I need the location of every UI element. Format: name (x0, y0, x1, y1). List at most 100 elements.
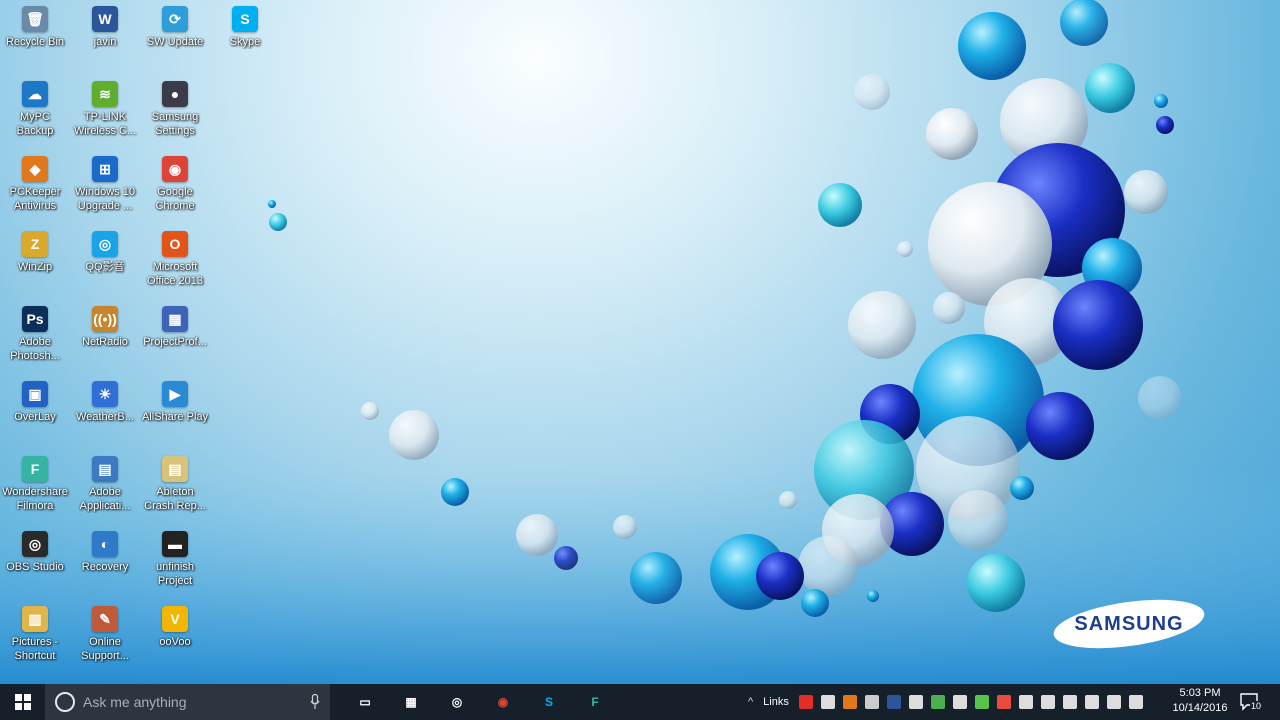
wifi-icon[interactable] (1084, 695, 1099, 709)
battery-icon[interactable] (1062, 695, 1077, 709)
desktop-icon[interactable]: O Microsoft Office 2013 (140, 225, 210, 288)
taskbar-skype-button[interactable]: S (526, 684, 572, 720)
desktop-icon[interactable]: ≋ TP-LINK Wireless C... (70, 75, 140, 138)
desktop-icon-label: Online Support... (81, 636, 129, 662)
app-icon: V (162, 606, 188, 632)
app-icon: W (92, 6, 118, 32)
cortana-search-box[interactable]: Ask me anything (45, 684, 330, 720)
volume-icon[interactable] (1106, 695, 1121, 709)
app-icon: ◆ (22, 156, 48, 182)
clock-time: 5:03 PM (1179, 687, 1221, 699)
desktop-icon[interactable]: ◐ Recovery (70, 525, 140, 574)
app-icon: ☀ (92, 381, 118, 407)
action-center-button[interactable]: 10 (1238, 690, 1263, 714)
window-icon[interactable] (820, 695, 835, 709)
desktop-icon[interactable]: ▥ Pictures - Shortcut (0, 600, 70, 663)
desktop-icon[interactable]: ✎ Online Support... (70, 600, 140, 663)
app-icon: ▤ (162, 456, 188, 482)
obs-studio-icon: ◎ (451, 695, 463, 709)
desktop-icon[interactable]: ▣ OverLay (0, 375, 70, 424)
app-icon: ◉ (162, 156, 188, 182)
desktop-icon[interactable]: Ps Adobe Photosh... (0, 300, 70, 363)
desktop-icon[interactable]: ⊞ Windows 10 Upgrade ... (70, 150, 140, 213)
desktop-icon[interactable]: 🗑 Recycle Bin (0, 0, 70, 49)
app-icon: ● (162, 81, 188, 107)
recorder-icon[interactable] (864, 695, 879, 709)
app-icon: ⟳ (162, 6, 188, 32)
tray-icons (795, 695, 1147, 709)
desktop-icon-label: Google Chrome (155, 186, 195, 212)
desktop-icon[interactable]: VooVoo (140, 600, 210, 649)
links-toolbar[interactable]: Links (763, 696, 789, 708)
desktop-icon[interactable]: ◎ OBS Studio (0, 525, 70, 574)
samsung-logo-text: SAMSUNG (1074, 613, 1183, 635)
desktop-icon[interactable]: ▶ AllShare Play (140, 375, 210, 424)
desktop-icon-label: Samsung Settings (151, 111, 199, 137)
app-icon: ◐ (92, 531, 118, 557)
taskbar-task-view-button[interactable]: ▭ (342, 684, 388, 720)
cortana-icon (55, 692, 75, 712)
desktop-icon-label: Pictures - Shortcut (11, 636, 59, 662)
app-icon: ⊞ (92, 156, 118, 182)
windows-logo-icon (14, 694, 31, 710)
cloud-icon[interactable] (1018, 695, 1033, 709)
calculator-icon: ▦ (405, 695, 417, 709)
pckeeper-icon[interactable] (842, 695, 857, 709)
desktop-icon-label: MyPC Backup (16, 111, 54, 137)
search-placeholder: Ask me anything (83, 694, 187, 710)
desktop-icon-label: OverLay (14, 411, 56, 423)
word-icon[interactable] (886, 695, 901, 709)
speaker-mute-icon[interactable] (996, 695, 1011, 709)
shield-icon[interactable] (952, 695, 967, 709)
desktop-icon[interactable]: ☀ WeatherB... (70, 375, 140, 424)
start-button[interactable] (0, 684, 45, 720)
desktop-icon[interactable]: ◆ PCKeeper Antivirus (0, 150, 70, 213)
app-icon: ▥ (22, 606, 48, 632)
desktop-icon[interactable]: Z WinZip (0, 225, 70, 274)
desktop-icon[interactable]: S Skype (210, 0, 280, 49)
keyboard-icon[interactable] (1128, 695, 1143, 709)
app-icon: ≋ (92, 81, 118, 107)
desktop-icon-label: WeatherB... (76, 411, 134, 423)
taskbar-clock[interactable]: 5:03 PM 10/14/2016 (1170, 686, 1230, 716)
taskbar-obs-studio-button[interactable]: ◎ (434, 684, 480, 720)
filmora-icon: F (591, 695, 599, 709)
desktop-icon[interactable]: ▦ ProjectProf... (140, 300, 210, 349)
app-icon: 🗑 (22, 6, 48, 32)
desktop-icon[interactable]: ▬ unfinish Project (140, 525, 210, 588)
desktop-icon-label: Adobe Photosh... (10, 336, 60, 362)
app-icon: ▣ (22, 381, 48, 407)
desktop-icon-label: WinZip (17, 261, 53, 273)
signal-icon[interactable] (974, 695, 989, 709)
desktop-icon[interactable]: ((•)) NetRadio (70, 300, 140, 349)
microphone-icon[interactable] (310, 694, 320, 710)
app-icon: O (162, 231, 188, 257)
desktop-icon[interactable]: ◎ QQ影音 (70, 225, 140, 274)
app-icon: ▶ (162, 381, 188, 407)
tray-scroll-up-icon[interactable]: ^ (748, 696, 753, 708)
desktop-icon-label: javin (93, 36, 117, 48)
desktop-icon[interactable]: Wjavin (70, 0, 140, 49)
desktop-icon-label: Skype (229, 36, 261, 48)
usb-icon[interactable] (908, 695, 923, 709)
taskbar-google-chrome-button[interactable]: ◉ (480, 684, 526, 720)
desktop-icon-label: Wondershare Filmora (2, 486, 68, 512)
desktop-icon[interactable]: ◉ Google Chrome (140, 150, 210, 213)
app-icon: Ps (22, 306, 48, 332)
notification-count: 10 (1250, 701, 1263, 711)
taskbar-filmora-button[interactable]: F (572, 684, 618, 720)
desktop-icon[interactable]: ▤ Adobe Applicati... (70, 450, 140, 513)
desktop-icon-label: ProjectProf... (143, 336, 207, 348)
green-app-icon[interactable] (930, 695, 945, 709)
youtube-icon[interactable] (798, 695, 813, 709)
network-icon[interactable] (1040, 695, 1055, 709)
samsung-logo: SAMSUNG (1053, 599, 1205, 649)
desktop-icon[interactable]: ☁ MyPC Backup (0, 75, 70, 138)
desktop-icon[interactable]: ▤ Ableton Crash Rep... (140, 450, 210, 513)
desktop-icon[interactable]: ⟳ SW Update (140, 0, 210, 49)
taskbar-calculator-button[interactable]: ▦ (388, 684, 434, 720)
app-icon: S (232, 6, 258, 32)
desktop-icon[interactable]: F Wondershare Filmora (0, 450, 70, 513)
desktop-icon[interactable]: ● Samsung Settings (140, 75, 210, 138)
desktop-icon-label: unfinish Project (156, 561, 194, 587)
